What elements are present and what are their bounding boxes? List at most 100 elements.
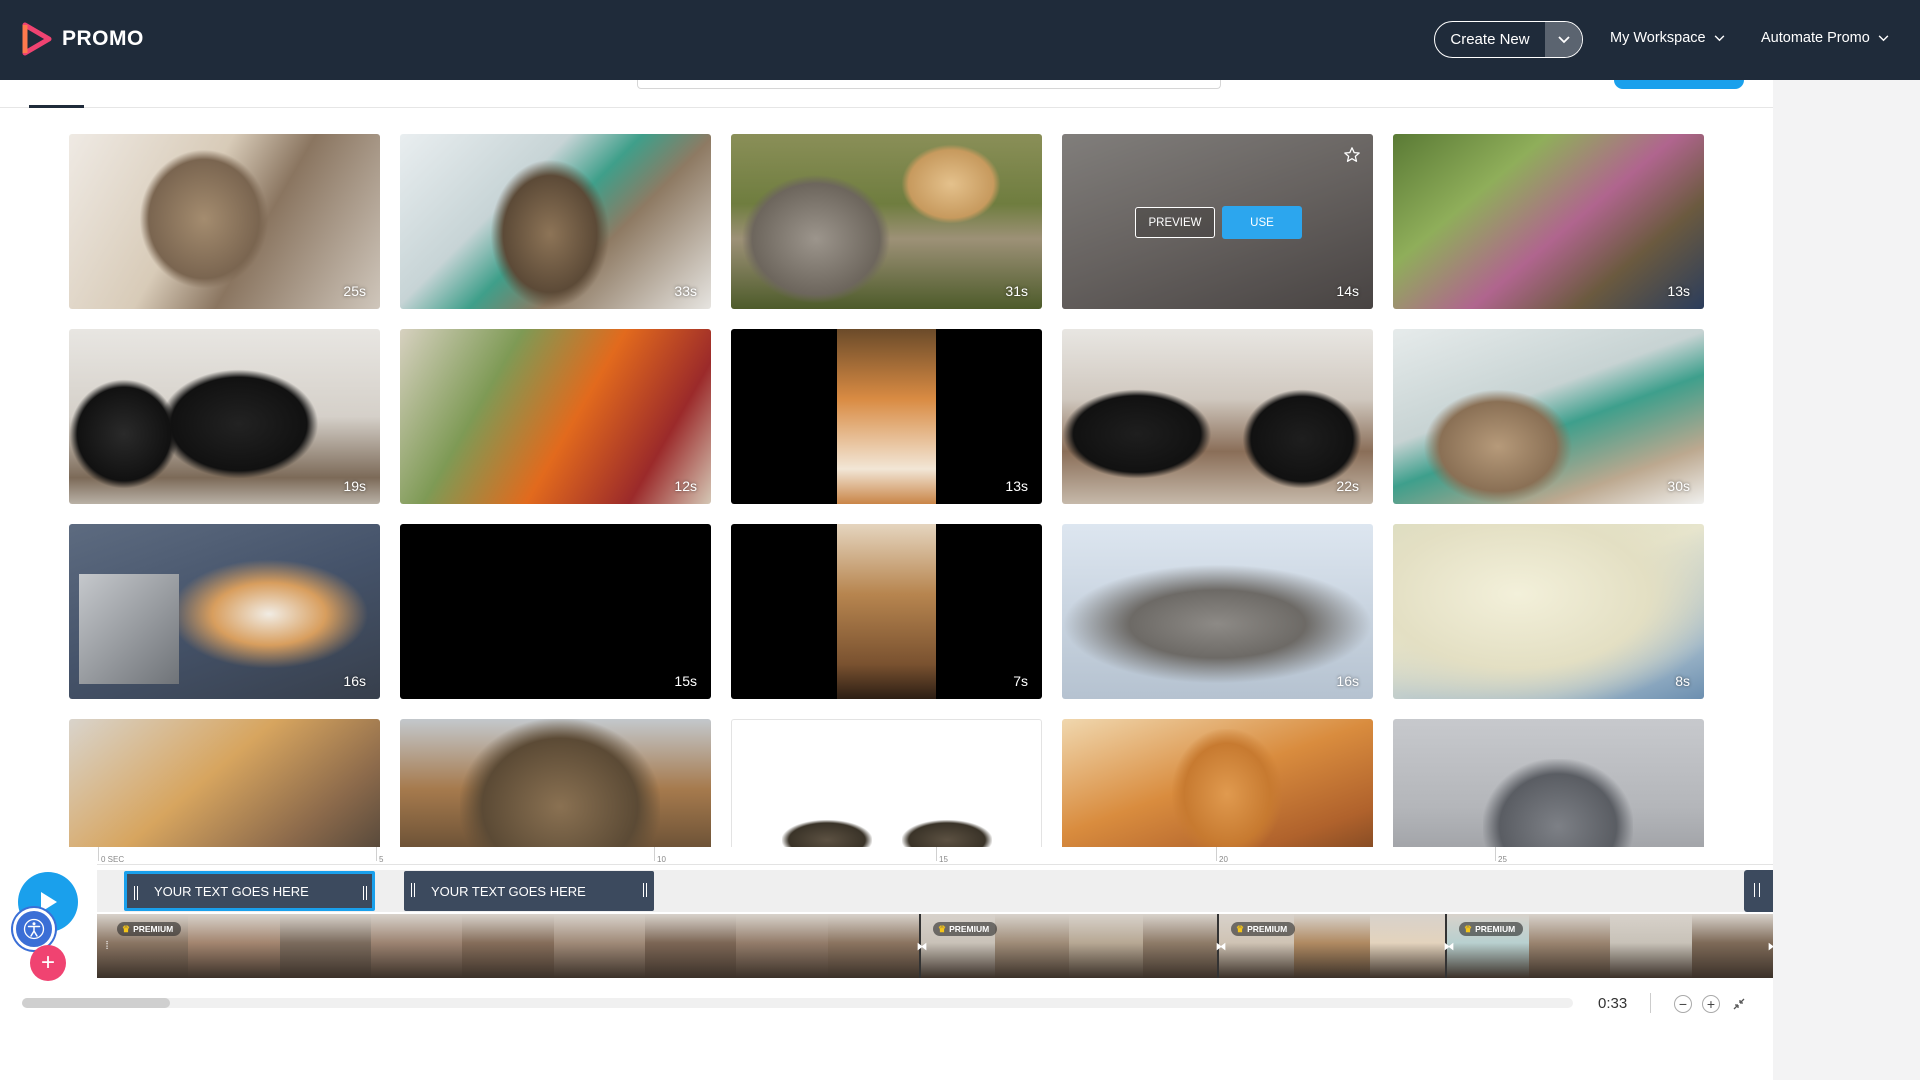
text-clip[interactable]: YOUR TEXT GOES HERE [404,871,654,911]
media-tile[interactable]: 25s [69,134,380,309]
transition-icon[interactable]: ⧓ [914,939,930,953]
media-tile[interactable] [731,719,1042,848]
media-tile[interactable]: 16s [1062,524,1373,699]
premium-badge: ♛ PREMIUM [1231,922,1296,936]
duration-label: 12s [674,478,697,494]
clip-frame [1069,914,1144,978]
timeline-scrollbar[interactable] [22,998,1573,1008]
ruler-tick: 15 [936,847,948,864]
duration-label: 19s [343,478,366,494]
automate-promo-menu[interactable]: Automate Promo [1761,30,1889,46]
clip-frame [1369,914,1445,978]
media-tile[interactable]: 7s [731,524,1042,699]
premium-badge: ♛ PREMIUM [117,922,182,936]
premium-badge: ♛ PREMIUM [1459,922,1524,936]
media-tile[interactable]: 16s [69,524,380,699]
divider [1650,993,1651,1013]
duration-label: 13s [1005,478,1028,494]
my-workspace-label: My Workspace [1610,30,1706,46]
thumbnail-image [1172,729,1282,848]
search-input[interactable] [637,80,1221,89]
thumbnail-image [1483,759,1633,848]
hover-overlay [1062,134,1373,309]
media-tile[interactable]: 22s [1062,329,1373,504]
thumbnail-image [159,369,319,479]
media-tile[interactable] [69,719,380,848]
media-tile[interactable] [1062,719,1373,848]
text-clip-label: YOUR TEXT GOES HERE [154,883,309,899]
clip-frame [188,914,281,978]
transition-icon[interactable]: ⧓ [1441,939,1457,953]
promo-logo-icon [22,22,52,56]
timeline-editor: 0 SEC 5 10 15 20 25 YOUR TEXT GOES HERE YOUR … [0,847,1773,1027]
transition-icon[interactable]: ⧓ [1765,939,1774,953]
media-grid: 25s 33s 31s PREVIEW USE 14s 13s 19s 12s 13s 22s 30s… [69,134,1704,848]
automate-promo-label: Automate Promo [1761,30,1870,46]
timeline-ruler: 0 SEC 5 10 15 20 25 [97,847,1773,865]
media-tile[interactable]: 8s [1393,524,1704,699]
thumbnail-image [79,574,179,684]
premium-label: PREMIUM [949,924,990,934]
media-tile[interactable]: 13s [731,329,1042,504]
logo-text: PROMO [62,27,144,50]
media-tile[interactable]: 12s [400,329,711,504]
favorite-star-icon[interactable] [1343,146,1361,164]
clip-handle-right[interactable] [643,883,647,897]
ruler-tick: 20 [1216,847,1228,864]
collapse-button[interactable] [1730,995,1748,1013]
my-workspace-menu[interactable]: My Workspace [1610,30,1725,46]
thumbnail-image [782,820,872,848]
search-button[interactable] [1614,80,1744,89]
clip-frame [1610,914,1693,978]
video-clip[interactable]: ♛ PREMIUM [921,914,1217,978]
media-tile[interactable]: 31s [731,134,1042,309]
add-scene-button[interactable]: + [30,945,66,981]
clip-frame [279,914,372,978]
zoom-in-button[interactable]: + [1702,995,1720,1013]
premium-badge: ♛ PREMIUM [933,922,998,936]
crown-icon: ♛ [122,923,131,934]
clip-handle-left[interactable] [134,886,138,900]
clip-frame [1528,914,1611,978]
use-button[interactable]: USE [1222,206,1302,239]
media-tile[interactable]: 19s [69,329,380,504]
clip-handle-right[interactable] [363,886,367,900]
video-clip[interactable]: ♛ PREMIUM [1447,914,1773,978]
chevron-down-icon [1557,35,1570,43]
media-tile[interactable]: 15s [400,524,711,699]
duration-label: 14s [1336,283,1359,299]
accessibility-button[interactable] [13,908,55,950]
scrollbar-thumb[interactable] [22,998,170,1008]
thumbnail-image [1242,389,1362,489]
promo-logo[interactable]: PROMO [22,22,144,56]
track-end-handle[interactable] [1744,870,1773,912]
media-tile[interactable]: PREVIEW USE 14s [1062,134,1373,309]
thumbnail-image [1423,389,1573,504]
text-clip[interactable]: YOUR TEXT GOES HERE [124,871,375,911]
premium-label: PREMIUM [1247,924,1288,934]
preview-button[interactable]: PREVIEW [1135,207,1215,238]
media-tile[interactable]: 33s [400,134,711,309]
create-new-dropdown[interactable] [1545,22,1582,57]
zoom-out-button[interactable]: − [1674,995,1692,1013]
media-tile[interactable] [400,719,711,848]
transition-icon[interactable]: ⧓ [1213,939,1229,953]
clip-frame [736,914,829,978]
clip-frame [1294,914,1371,978]
duration-label: 7s [1013,673,1028,689]
chevron-down-icon [1878,34,1889,41]
transition-icon[interactable]: ⁞ [99,939,115,953]
ruler-tick: 10 [654,847,666,864]
create-new-button[interactable]: Create New [1434,21,1583,58]
media-tile[interactable]: 30s [1393,329,1704,504]
video-clip[interactable]: ♛ PREMIUM [1219,914,1445,978]
duration-label: 16s [343,673,366,689]
media-tile[interactable] [1393,719,1704,848]
media-tile[interactable]: 13s [1393,134,1704,309]
search-toolbar [0,80,1773,108]
video-clip[interactable]: ♛ PREMIUM [97,914,919,978]
duration-label: 33s [674,283,697,299]
duration-label: 16s [1336,673,1359,689]
duration-label: 25s [343,283,366,299]
clip-handle-left[interactable] [411,883,415,897]
